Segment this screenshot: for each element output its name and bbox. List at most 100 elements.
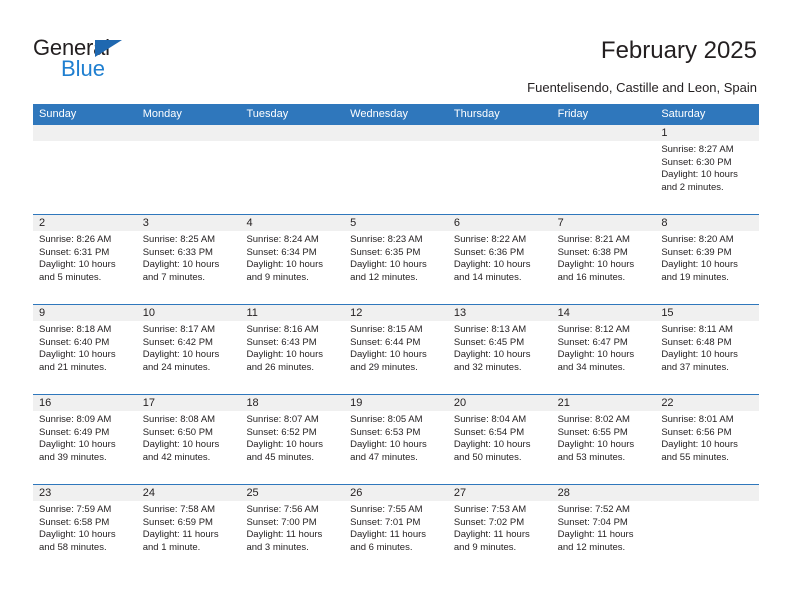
day-details: Sunrise: 8:01 AM Sunset: 6:56 PM Daylight:…: [655, 411, 759, 464]
calendar-day-cell[interactable]: 10 Sunrise: 8:17 AM Sunset: 6:42 PM Dayligh…: [136, 305, 241, 394]
daylight-text: Daylight: 10 hours and 12 minutes.: [350, 259, 427, 283]
day-number: 10: [136, 305, 241, 321]
calendar-day-cell[interactable]: 8 Sunrise: 8:20 AM Sunset: 6:39 PM Daylight…: [655, 215, 760, 304]
daylight-text: Daylight: 11 hours and 3 minutes.: [246, 529, 323, 553]
day-details: Sunrise: 8:22 AM Sunset: 6:36 PM Daylight:…: [448, 231, 552, 284]
sunrise-text: Sunrise: 8:17 AM: [142, 324, 216, 335]
sunrise-text: Sunrise: 7:53 AM: [453, 504, 527, 515]
day-details: Sunrise: 8:02 AM Sunset: 6:55 PM Daylight:…: [552, 411, 656, 464]
sunrise-text: Sunrise: 8:21 AM: [557, 234, 630, 245]
day-details: Sunrise: 8:25 AM Sunset: 6:33 PM Daylight:…: [137, 231, 241, 284]
calendar-day-cell[interactable]: 23 Sunrise: 7:59 AM Sunset: 6:58 PM Dayligh…: [33, 485, 137, 574]
sunset-text: Sunset: 6:47 PM: [557, 336, 628, 348]
calendar-day-cell[interactable]: 19 Sunrise: 8:05 AM Sunset: 6:53 PM Dayligh…: [344, 395, 448, 484]
day-number: 14: [551, 305, 656, 321]
daylight-text: Daylight: 10 hours and 37 minutes.: [661, 349, 738, 373]
calendar-day-cell[interactable]: 17 Sunrise: 8:08 AM Sunset: 6:50 PM Dayligh…: [136, 395, 241, 484]
day-details: Sunrise: 8:24 AM Sunset: 6:34 PM Daylight:…: [240, 231, 344, 284]
day-details: Sunrise: 8:20 AM Sunset: 6:39 PM Daylight:…: [655, 231, 759, 284]
calendar-cell-empty: [655, 485, 760, 574]
daylight-text: Daylight: 10 hours and 7 minutes.: [142, 259, 220, 283]
calendar-day-cell[interactable]: 22 Sunrise: 8:01 AM Sunset: 6:56 PM Dayligh…: [655, 395, 760, 484]
calendar-day-cell[interactable]: 21 Sunrise: 8:02 AM Sunset: 6:55 PM Dayligh…: [551, 395, 656, 484]
day-details: Sunrise: 7:55 AM Sunset: 7:01 PM Daylight:…: [344, 501, 448, 554]
daylight-text: Daylight: 10 hours and 50 minutes.: [453, 439, 531, 463]
sunrise-text: Sunrise: 8:22 AM: [453, 234, 527, 245]
calendar-day-cell[interactable]: 15 Sunrise: 8:11 AM Sunset: 6:48 PM Dayligh…: [655, 305, 760, 394]
calendar-cell-empty: [240, 125, 345, 214]
daylight-text: Daylight: 10 hours and 16 minutes.: [557, 259, 635, 283]
daylight-text: Daylight: 10 hours and 9 minutes.: [246, 259, 324, 283]
calendar-day-cell[interactable]: 7 Sunrise: 8:21 AM Sunset: 6:38 PM Daylight…: [551, 215, 656, 304]
calendar-day-cell[interactable]: 14 Sunrise: 8:12 AM Sunset: 6:47 PM Dayligh…: [551, 305, 656, 394]
calendar-day-cell[interactable]: 28 Sunrise: 7:52 AM Sunset: 7:04 PM Dayligh…: [551, 485, 656, 574]
calendar-day-cell[interactable]: 16 Sunrise: 8:09 AM Sunset: 6:49 PM Dayligh…: [33, 395, 137, 484]
daylight-text: Daylight: 10 hours and 19 minutes.: [661, 259, 738, 283]
calendar-day-cell[interactable]: 18 Sunrise: 8:07 AM Sunset: 6:52 PM Dayligh…: [240, 395, 345, 484]
calendar-day-cell[interactable]: 24 Sunrise: 7:58 AM Sunset: 6:59 PM Dayligh…: [136, 485, 241, 574]
day-number: [447, 125, 552, 141]
calendar-day-cell[interactable]: 26 Sunrise: 7:55 AM Sunset: 7:01 PM Dayligh…: [344, 485, 448, 574]
sunrise-text: Sunrise: 8:25 AM: [142, 234, 216, 245]
sunset-text: Sunset: 6:48 PM: [661, 336, 732, 348]
day-number: [344, 125, 448, 141]
day-details: Sunrise: 7:52 AM Sunset: 7:04 PM Daylight:…: [552, 501, 656, 554]
daylight-text: Daylight: 11 hours and 1 minute.: [142, 529, 219, 553]
day-number: 22: [655, 395, 760, 411]
sunrise-text: Sunrise: 8:18 AM: [39, 324, 112, 335]
page-title: February 2025: [600, 37, 757, 64]
calendar-day-cell[interactable]: 27 Sunrise: 7:53 AM Sunset: 7:02 PM Dayligh…: [447, 485, 552, 574]
sunset-text: Sunset: 6:33 PM: [142, 246, 213, 258]
calendar-day-cell[interactable]: 11 Sunrise: 8:16 AM Sunset: 6:43 PM Dayligh…: [240, 305, 345, 394]
sunrise-text: Sunrise: 7:56 AM: [246, 504, 319, 515]
calendar-day-cell[interactable]: 6 Sunrise: 8:22 AM Sunset: 6:36 PM Daylight…: [447, 215, 552, 304]
day-number: 1: [655, 125, 760, 141]
daylight-text: Daylight: 10 hours and 32 minutes.: [453, 349, 531, 373]
calendar-day-cell[interactable]: 2 Sunrise: 8:26 AM Sunset: 6:31 PM Daylight…: [33, 215, 137, 304]
sunrise-text: Sunrise: 8:04 AM: [453, 414, 527, 425]
sunrise-text: Sunrise: 8:12 AM: [557, 324, 630, 335]
sunset-text: Sunset: 6:38 PM: [557, 246, 628, 258]
calendar-day-cell[interactable]: 5 Sunrise: 8:23 AM Sunset: 6:35 PM Daylight…: [344, 215, 448, 304]
day-number: 11: [240, 305, 345, 321]
daylight-text: Daylight: 10 hours and 24 minutes.: [142, 349, 220, 373]
sunrise-text: Sunrise: 8:08 AM: [142, 414, 216, 425]
calendar-weeks: 1 Sunrise: 8:27 AM Sunset: 6:30 PM Daylight…: [33, 125, 760, 574]
day-details: Sunrise: 7:59 AM Sunset: 6:58 PM Daylight:…: [33, 501, 137, 554]
sunset-text: Sunset: 6:52 PM: [246, 426, 317, 438]
calendar-page: General Blue February 2025 Fuentelisendo…: [0, 0, 792, 612]
calendar-day-cell[interactable]: 3 Sunrise: 8:25 AM Sunset: 6:33 PM Daylight…: [136, 215, 241, 304]
daylight-text: Daylight: 10 hours and 55 minutes.: [661, 439, 738, 463]
calendar-day-cell[interactable]: 1 Sunrise: 8:27 AM Sunset: 6:30 PM Daylight…: [655, 125, 760, 214]
sunrise-text: Sunrise: 8:16 AM: [246, 324, 319, 335]
calendar-day-cell[interactable]: 20 Sunrise: 8:04 AM Sunset: 6:54 PM Dayligh…: [447, 395, 552, 484]
calendar-day-cell[interactable]: 25 Sunrise: 7:56 AM Sunset: 7:00 PM Dayligh…: [240, 485, 345, 574]
day-details: Sunrise: 7:58 AM Sunset: 6:59 PM Daylight:…: [137, 501, 241, 554]
day-of-week-friday: Friday: [557, 108, 589, 120]
day-number: 15: [655, 305, 760, 321]
daylight-text: Daylight: 10 hours and 21 minutes.: [39, 349, 116, 373]
day-details: Sunrise: 8:23 AM Sunset: 6:35 PM Daylight:…: [344, 231, 448, 284]
daylight-text: Daylight: 11 hours and 12 minutes.: [557, 529, 634, 553]
calendar-week-row: 2 Sunrise: 8:26 AM Sunset: 6:31 PM Daylight…: [33, 214, 760, 304]
day-number: [33, 125, 137, 141]
daylight-text: Daylight: 10 hours and 45 minutes.: [246, 439, 324, 463]
daylight-text: Daylight: 10 hours and 29 minutes.: [350, 349, 427, 373]
calendar-day-cell[interactable]: 13 Sunrise: 8:13 AM Sunset: 6:45 PM Dayligh…: [447, 305, 552, 394]
sunrise-text: Sunrise: 8:27 AM: [661, 144, 734, 155]
calendar-day-cell[interactable]: 4 Sunrise: 8:24 AM Sunset: 6:34 PM Daylight…: [240, 215, 345, 304]
calendar-grid: Sunday Monday Tuesday Wednesday Thursday Frid…: [33, 104, 760, 574]
daylight-text: Daylight: 10 hours and 42 minutes.: [142, 439, 220, 463]
day-number: 4: [240, 215, 345, 231]
daylight-text: Daylight: 10 hours and 26 minutes.: [246, 349, 324, 373]
calendar-day-cell[interactable]: 12 Sunrise: 8:15 AM Sunset: 6:44 PM Dayligh…: [344, 305, 448, 394]
day-of-week-thursday: Thursday: [453, 108, 500, 120]
general-blue-logo[interactable]: General Blue: [33, 37, 203, 85]
day-details: Sunrise: 8:13 AM Sunset: 6:45 PM Daylight:…: [448, 321, 552, 374]
calendar-week-row: 16 Sunrise: 8:09 AM Sunset: 6:49 PM Dayligh…: [33, 394, 760, 484]
day-of-week-header: Sunday Monday Tuesday Wednesday Thursday Frid…: [33, 104, 759, 125]
day-of-week-sunday: Sunday: [39, 108, 77, 120]
sunset-text: Sunset: 6:39 PM: [661, 246, 732, 258]
day-details: Sunrise: 8:05 AM Sunset: 6:53 PM Daylight:…: [344, 411, 448, 464]
calendar-day-cell[interactable]: 9 Sunrise: 8:18 AM Sunset: 6:40 PM Daylight…: [33, 305, 137, 394]
